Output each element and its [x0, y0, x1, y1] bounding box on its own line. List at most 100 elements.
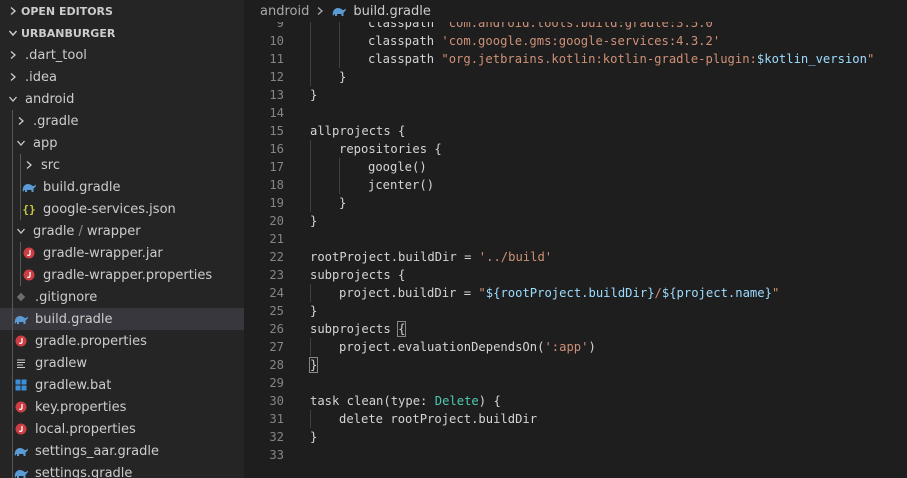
code-line[interactable]: 24 project.buildDir = "${rootProject.buil… — [244, 284, 779, 302]
tree-item-label: build.gradle — [35, 311, 113, 327]
code-token: subprojects { — [310, 268, 406, 282]
code-editor[interactable]: 9 classpath 'com.android.tools.build:grad… — [244, 0, 907, 478]
tree-item-local-properties[interactable]: local.properties — [0, 418, 244, 440]
windows-icon — [13, 377, 29, 393]
indent-guide — [20, 242, 21, 264]
string-token: 'com.google.gms:google-services:4.3.2' — [441, 34, 721, 48]
gradle-elephant-icon — [333, 8, 347, 16]
code-line[interactable]: 30 task clean(type: Delete) { — [244, 392, 500, 410]
code-line[interactable]: 21 — [244, 230, 284, 248]
breadcrumb-folder[interactable]: android — [260, 4, 309, 19]
open-editors-header[interactable]: OPEN EDITORS — [0, 0, 244, 22]
indent-guide — [12, 176, 13, 198]
type-token: Delete — [434, 394, 479, 408]
tree-item-label: .dart_tool — [25, 47, 87, 63]
code-text: } — [310, 302, 317, 320]
code-line[interactable]: 26 subprojects { — [244, 320, 407, 338]
tree-item-app[interactable]: app — [0, 132, 244, 154]
line-number: 29 — [269, 376, 284, 390]
code-line[interactable]: 20} — [244, 212, 317, 230]
code-line[interactable]: 12} — [244, 68, 346, 86]
tree-item-key-properties[interactable]: key.properties — [0, 396, 244, 418]
code-line[interactable]: 23 subprojects { — [244, 266, 405, 284]
code-token: } — [339, 196, 347, 210]
code-token: ) { — [478, 394, 501, 408]
matched-bracket: { — [397, 321, 407, 337]
tree-item-gradle-properties[interactable]: gradle.properties — [0, 330, 244, 352]
code-text: project.evaluationDependsOn(':app') — [339, 338, 596, 356]
code-line[interactable]: 16 repositories { — [244, 140, 442, 158]
indent-guide — [12, 308, 13, 330]
code-text: classpath "org.jetbrains.kotlin:kotlin-g… — [368, 50, 874, 68]
chevron-right-icon — [315, 6, 325, 16]
code-line[interactable]: 29 — [244, 374, 284, 392]
indent-guide — [310, 338, 311, 356]
tree-item-google-services-json[interactable]: {} google-services.json — [0, 198, 244, 220]
gradle-elephant-icon — [21, 179, 37, 195]
indent-guide — [12, 330, 13, 352]
code-token: classpath — [368, 52, 442, 66]
code-line[interactable]: 31 delete rootProject.buildDir — [244, 410, 537, 428]
tree-item-gradlew-bat[interactable]: gradlew.bat — [0, 374, 244, 396]
indent-guide — [12, 220, 13, 242]
line-number: 24 — [269, 286, 284, 300]
tree-item-label: android — [25, 91, 75, 107]
tree-item-android[interactable]: android — [0, 88, 244, 110]
line-number: 25 — [269, 304, 284, 318]
tree-item-label: gradle-wrapper.properties — [43, 267, 213, 283]
tree-item-label: src — [41, 157, 60, 173]
code-line[interactable]: 27 project.evaluationDependsOn(':app') — [244, 338, 596, 356]
code-text: } — [310, 86, 317, 104]
string-token: ':app' — [544, 340, 589, 354]
code-text: project.buildDir = "${rootProject.buildD… — [339, 284, 779, 302]
indent-guide — [339, 32, 340, 50]
tree-item-build-gradle[interactable]: build.gradle — [0, 308, 244, 330]
indent-guide — [20, 198, 21, 220]
line-number: 21 — [269, 232, 284, 246]
code-token: subprojects — [310, 322, 399, 336]
code-area[interactable]: 9 classpath 'com.android.tools.build:grad… — [244, 14, 874, 464]
indent-guide — [310, 140, 311, 158]
tree-item-gradle[interactable]: .gradle — [0, 110, 244, 132]
breadcrumb-file[interactable]: build.gradle — [331, 4, 431, 19]
code-text: } — [310, 212, 317, 230]
tree-item-gradle[interactable]: gradle / wrapper — [0, 220, 244, 242]
tree-item-idea[interactable]: .idea — [0, 66, 244, 88]
indent-guide — [20, 154, 21, 176]
tree-item-build-gradle[interactable]: build.gradle — [0, 176, 244, 198]
code-line[interactable]: 28} — [244, 356, 319, 374]
tree-item-gitignore[interactable]: .gitignore — [0, 286, 244, 308]
java-icon — [13, 399, 29, 415]
code-line[interactable]: 17 google() — [244, 158, 427, 176]
indent-guide — [12, 352, 13, 374]
code-line[interactable]: 13} — [244, 86, 317, 104]
code-line[interactable]: 25} — [244, 302, 317, 320]
tree-item-gradlew[interactable]: gradlew — [0, 352, 244, 374]
java-icon — [13, 333, 29, 349]
tree-item-src[interactable]: src — [0, 154, 244, 176]
line-number: 16 — [269, 142, 284, 156]
line-number: 22 — [269, 250, 284, 264]
indent-guide — [12, 286, 13, 308]
chevron-right-icon — [5, 47, 21, 63]
code-token: classpath — [368, 34, 442, 48]
tree-item-settings-aar-gradle[interactable]: settings_aar.gradle — [0, 440, 244, 462]
code-line[interactable]: 14 — [244, 104, 284, 122]
tree-item-dart-tool[interactable]: .dart_tool — [0, 44, 244, 66]
code-line[interactable]: 15 allprojects { — [244, 122, 405, 140]
string-token: " — [478, 286, 486, 300]
line-number: 26 — [269, 322, 284, 336]
code-line[interactable]: 18 jcenter() — [244, 176, 434, 194]
tree-item-settings-gradle[interactable]: settings.gradle — [0, 462, 244, 478]
code-line[interactable]: 11 classpath "org.jetbrains.kotlin:kotlin… — [244, 50, 874, 68]
code-line[interactable]: 22 rootProject.buildDir = '../build' — [244, 248, 552, 266]
code-line[interactable]: 10 classpath 'com.google.gms:google-servi… — [244, 32, 720, 50]
indent-guide — [339, 158, 340, 176]
tree-item-gradle-wrapper-properties[interactable]: gradle-wrapper.properties — [0, 264, 244, 286]
code-line[interactable]: 33 — [244, 446, 284, 464]
code-line[interactable]: 19} — [244, 194, 346, 212]
tree-item-gradle-wrapper-jar[interactable]: gradle-wrapper.jar — [0, 242, 244, 264]
string-token: / — [654, 286, 662, 300]
project-header[interactable]: URBANBURGER — [0, 22, 244, 44]
code-line[interactable]: 32} — [244, 428, 317, 446]
